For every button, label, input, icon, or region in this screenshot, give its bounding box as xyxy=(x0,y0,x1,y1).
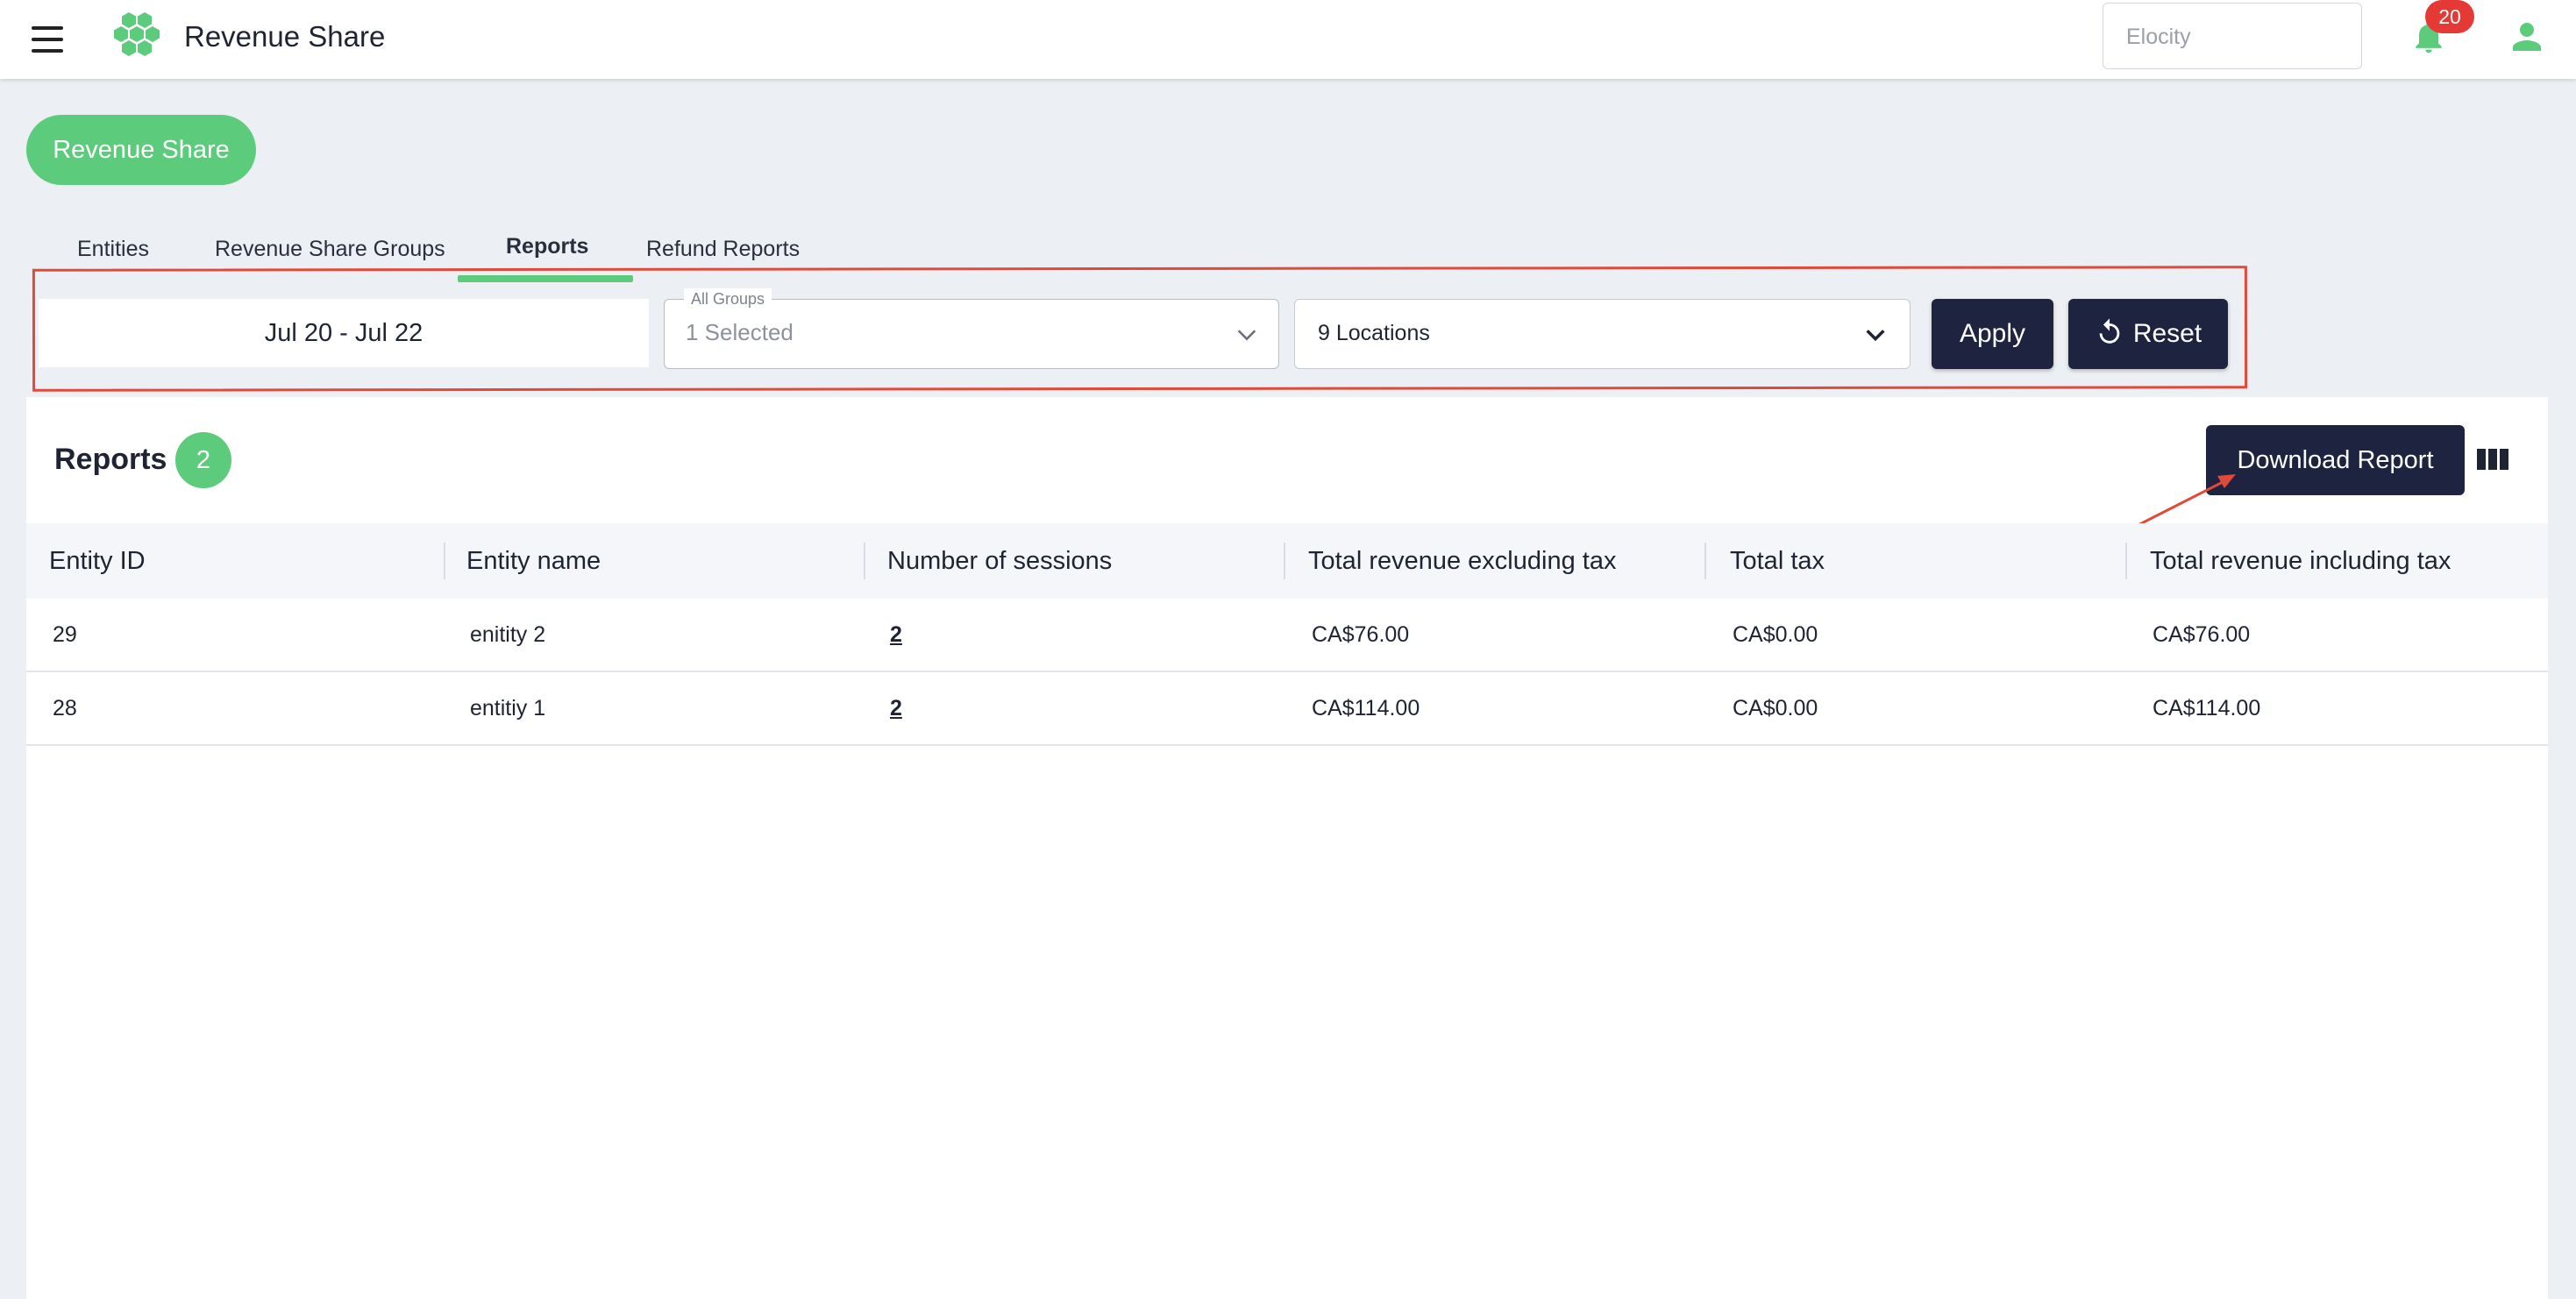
column-divider xyxy=(2125,543,2127,579)
column-header-revenue-including-tax[interactable]: Total revenue including tax xyxy=(2150,544,2451,578)
cell-entity-id: 28 xyxy=(53,696,77,720)
column-divider xyxy=(1704,543,1706,579)
table-row: 28 entitiy 1 2 CA$114.00 CA$0.00 CA$114.… xyxy=(26,672,2548,746)
tab-entities[interactable]: Entities xyxy=(77,233,149,265)
reports-count-badge: 2 xyxy=(175,432,231,488)
view-columns-icon[interactable] xyxy=(2476,445,2509,473)
hexagon-cluster-logo xyxy=(114,12,160,56)
tab-reports[interactable]: Reports xyxy=(506,231,588,262)
revenue-share-pill-button[interactable]: Revenue Share xyxy=(26,115,256,185)
cell-sessions-link[interactable]: 2 xyxy=(890,693,902,723)
cell-total-tax: CA$0.00 xyxy=(1733,622,1818,647)
column-divider xyxy=(444,543,445,579)
cell-entity-name: entitiy 1 xyxy=(470,696,546,720)
cell-entity-id: 29 xyxy=(53,622,77,647)
cell-revenue-excluding-tax: CA$76.00 xyxy=(1312,622,1410,647)
column-divider xyxy=(864,543,865,579)
column-header-total-tax[interactable]: Total tax xyxy=(1730,544,1825,578)
column-header-entity-name[interactable]: Entity name xyxy=(466,544,601,578)
cell-revenue-including-tax: CA$76.00 xyxy=(2153,622,2251,647)
cell-entity-name: enitity 2 xyxy=(470,622,546,647)
column-header-entity-id[interactable]: Entity ID xyxy=(49,544,146,578)
reports-title: Reports xyxy=(54,443,167,476)
column-divider xyxy=(1284,543,1285,579)
app-title: Revenue Share xyxy=(184,20,386,53)
organization-select[interactable]: Elocity xyxy=(2103,3,2362,69)
cell-sessions-link[interactable]: 2 xyxy=(890,620,902,650)
column-header-revenue-excluding-tax[interactable]: Total revenue excluding tax xyxy=(1308,544,1616,578)
column-header-sessions[interactable]: Number of sessions xyxy=(887,544,1112,578)
table-header: Entity ID Entity name Number of sessions… xyxy=(26,523,2548,599)
tab-revenue-share-groups[interactable]: Revenue Share Groups xyxy=(215,233,445,265)
download-report-button[interactable]: Download Report xyxy=(2206,425,2465,495)
user-icon[interactable] xyxy=(2506,16,2548,58)
cell-revenue-including-tax: CA$114.00 xyxy=(2153,696,2261,720)
top-app-bar: Revenue Share Elocity 20 xyxy=(0,0,2576,79)
cell-total-tax: CA$0.00 xyxy=(1733,696,1818,720)
cell-revenue-excluding-tax: CA$114.00 xyxy=(1312,696,1420,720)
table-row: 29 enitity 2 2 CA$76.00 CA$0.00 CA$76.00 xyxy=(26,599,2548,672)
tab-refund-reports[interactable]: Refund Reports xyxy=(646,233,800,265)
hamburger-menu-icon[interactable] xyxy=(25,21,70,58)
notification-count-badge: 20 xyxy=(2425,0,2474,33)
filter-annotation-box xyxy=(32,266,2248,392)
